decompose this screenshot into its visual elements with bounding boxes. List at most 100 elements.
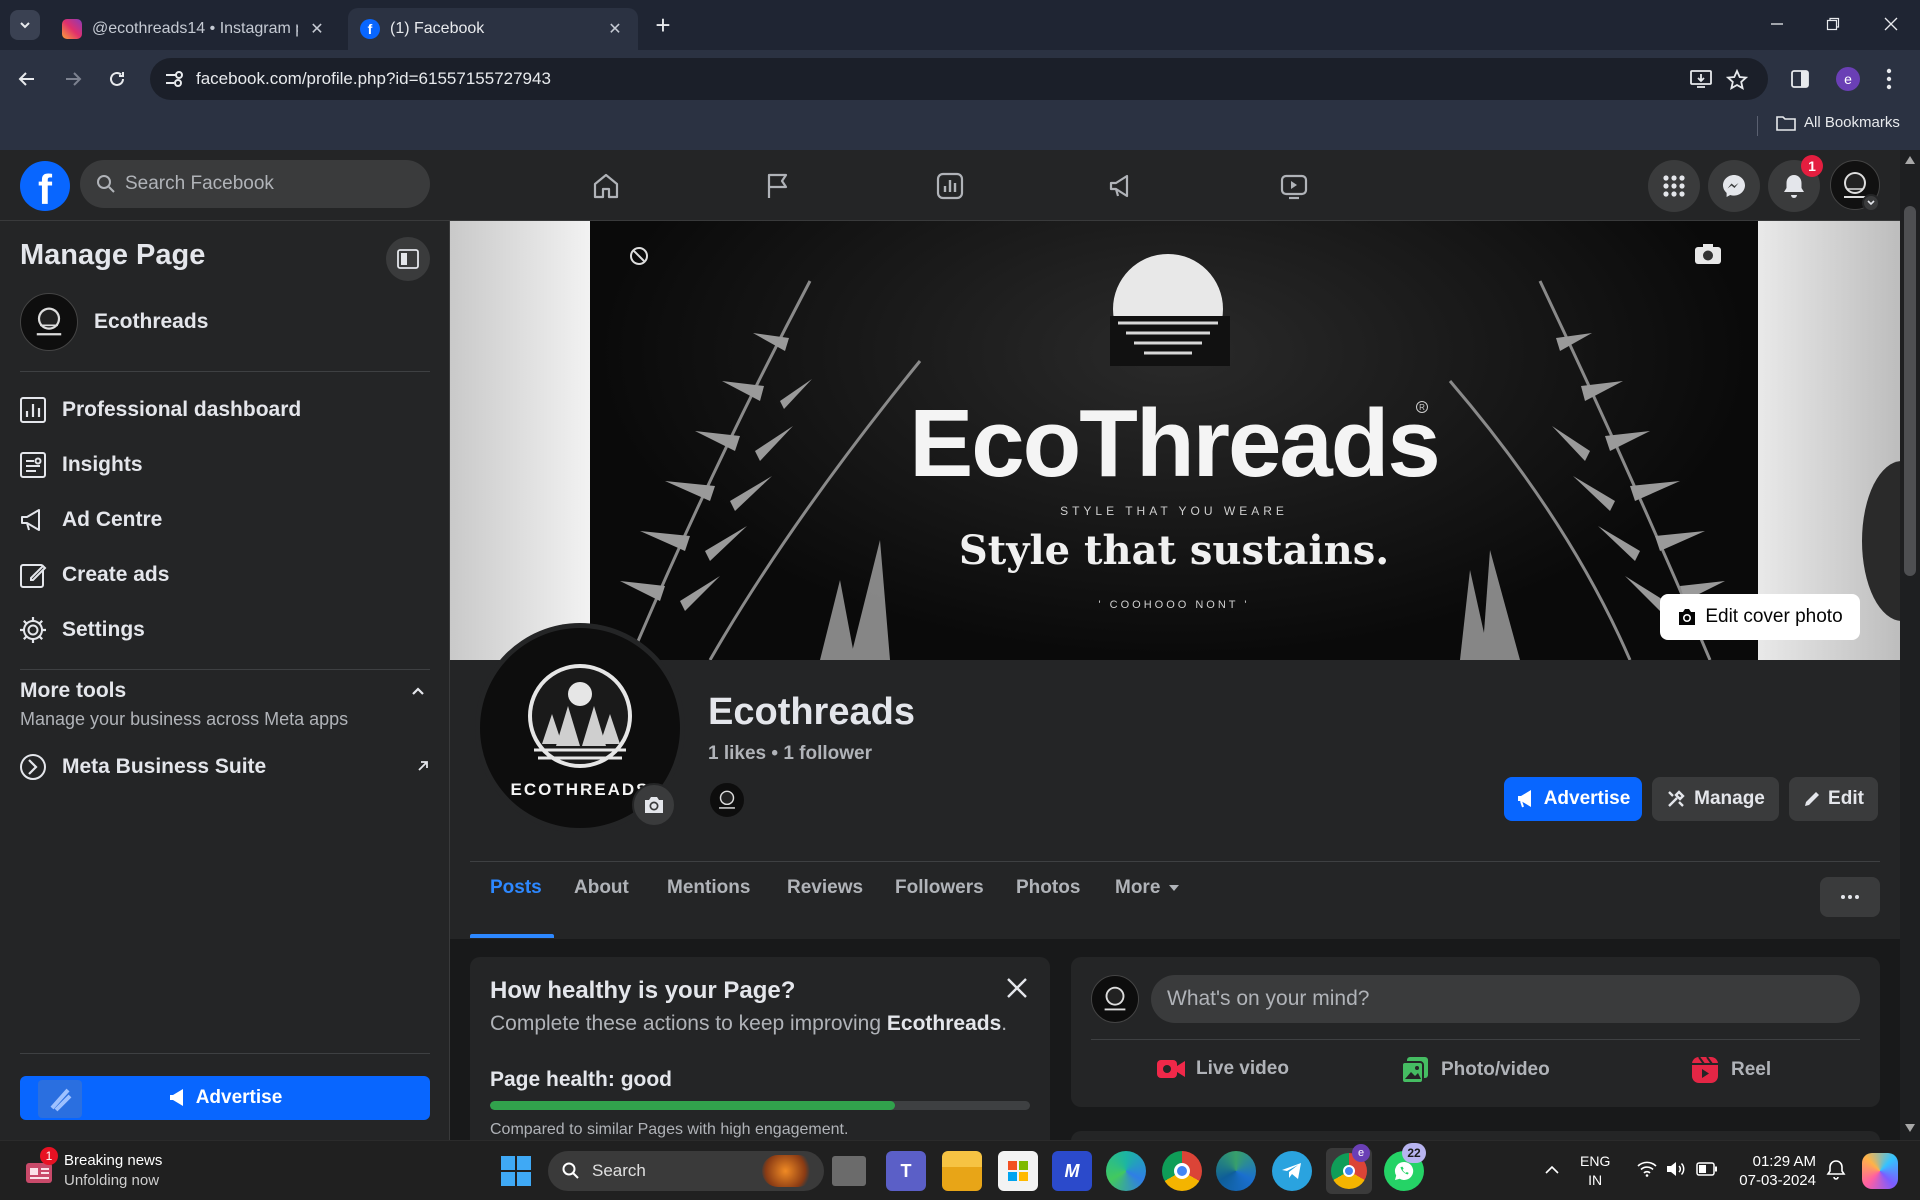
- update-profile-picture-button[interactable]: [632, 783, 676, 827]
- file-explorer-icon[interactable]: [942, 1151, 982, 1191]
- news-widget[interactable]: 1 Breaking news Unfolding now: [20, 1147, 200, 1193]
- volume-icon[interactable]: [1666, 1161, 1686, 1177]
- microsoft-store-icon[interactable]: [998, 1151, 1038, 1191]
- edit-cover-photo-button[interactable]: Edit cover photo: [1660, 594, 1860, 640]
- all-bookmarks-button[interactable]: All Bookmarks: [1776, 114, 1900, 131]
- tab-search-button[interactable]: [10, 10, 40, 40]
- tab-reviews[interactable]: Reviews: [787, 877, 863, 899]
- browser-tab-instagram[interactable]: @ecothreads14 • Instagram ph ✕: [50, 8, 340, 50]
- reel-button[interactable]: Reel: [1691, 1056, 1771, 1084]
- sidebar-item-insights[interactable]: Insights: [18, 443, 143, 487]
- instagram-icon: [62, 19, 82, 39]
- sidebar-item-professional-dashboard[interactable]: Professional dashboard: [18, 388, 301, 432]
- nav-home[interactable]: [580, 160, 632, 212]
- chevron-up-icon[interactable]: [410, 683, 426, 699]
- page-switcher[interactable]: Ecothreads: [20, 293, 208, 351]
- reload-icon[interactable]: [106, 68, 128, 90]
- edit-button[interactable]: Edit: [1789, 777, 1878, 821]
- cover-tagline: Style that sustains.: [958, 527, 1390, 574]
- photo-video-label: Photo/video: [1441, 1059, 1550, 1080]
- tab-posts[interactable]: Posts: [490, 877, 542, 899]
- page-scrollbar[interactable]: [1900, 150, 1920, 1140]
- manage-button[interactable]: Manage: [1652, 777, 1779, 821]
- search-highlight-icon: [762, 1155, 814, 1187]
- live-video-button[interactable]: Live video: [1156, 1057, 1289, 1081]
- sidebar-item-ad-centre[interactable]: Ad Centre: [18, 498, 162, 542]
- chrome-icon[interactable]: [1162, 1151, 1202, 1191]
- forward-icon[interactable]: [62, 68, 84, 90]
- sidebar-item-meta-business-suite[interactable]: Meta Business Suite: [18, 745, 430, 789]
- close-tab-icon[interactable]: ✕: [306, 18, 328, 40]
- clock[interactable]: 01:29 AM 07-03-2024: [1736, 1152, 1816, 1190]
- whats-on-your-mind-input[interactable]: What's on your mind?: [1151, 975, 1860, 1023]
- nav-flag[interactable]: [752, 160, 804, 212]
- address-bar[interactable]: facebook.com/profile.php?id=615571557279…: [150, 58, 1768, 100]
- facebook-search-input[interactable]: Search Facebook: [80, 160, 430, 208]
- sidebar-item-create-ads[interactable]: Create ads: [18, 553, 169, 597]
- copilot-icon[interactable]: [1862, 1153, 1898, 1189]
- cover-photo[interactable]: EcoThreads STYLE THAT YOU WEARE Style th…: [450, 221, 1900, 660]
- facebook-logo[interactable]: f: [20, 161, 70, 213]
- nav-video[interactable]: [1268, 160, 1320, 212]
- sidebar-item-settings[interactable]: Settings: [18, 608, 145, 652]
- new-tab-button[interactable]: +: [650, 10, 676, 40]
- teams-icon[interactable]: T: [886, 1151, 926, 1191]
- edge-icon[interactable]: [1106, 1151, 1146, 1191]
- tab-more[interactable]: More: [1115, 877, 1180, 899]
- battery-icon[interactable]: [1696, 1162, 1718, 1176]
- restore-button[interactable]: [1818, 12, 1848, 36]
- sidebar-advertise-button[interactable]: Advertise: [20, 1076, 430, 1120]
- task-view-icon[interactable]: [832, 1156, 866, 1186]
- chevron-down-icon: [20, 22, 30, 29]
- telegram-icon[interactable]: [1272, 1151, 1312, 1191]
- windows-taskbar: 1 Breaking news Unfolding now Search T M…: [0, 1140, 1920, 1200]
- app-icon-blue[interactable]: M: [1052, 1151, 1092, 1191]
- language-indicator[interactable]: ENG IN: [1580, 1152, 1610, 1190]
- nav-ads[interactable]: [1096, 160, 1148, 212]
- windows-start-icon[interactable]: [501, 1156, 531, 1186]
- notification-bell-icon[interactable]: [1826, 1159, 1846, 1181]
- close-tab-icon[interactable]: ✕: [604, 18, 626, 40]
- composer-avatar[interactable]: [1091, 975, 1139, 1023]
- browser-tab-facebook[interactable]: f (1) Facebook ✕: [348, 8, 638, 50]
- video-icon: [1280, 174, 1308, 200]
- advertise-button[interactable]: Advertise: [1504, 777, 1642, 821]
- browser-profile-avatar[interactable]: e: [1836, 67, 1860, 91]
- megaphone-icon: [1517, 790, 1531, 808]
- install-app-icon[interactable]: [1690, 69, 1712, 89]
- photo-video-button[interactable]: Photo/video: [1401, 1056, 1550, 1084]
- tab-mentions[interactable]: Mentions: [667, 877, 750, 899]
- minimize-button[interactable]: [1762, 12, 1792, 36]
- messenger-button[interactable]: [1708, 160, 1760, 212]
- site-info-icon[interactable]: [164, 70, 184, 88]
- edge-dev-icon[interactable]: [1216, 1151, 1256, 1191]
- account-menu-chevron[interactable]: [1862, 194, 1880, 212]
- wifi-icon[interactable]: [1637, 1161, 1657, 1177]
- follower-avatar[interactable]: [708, 781, 746, 819]
- browser-menu-icon[interactable]: [1886, 68, 1892, 90]
- tray-chevron-up-icon[interactable]: [1544, 1165, 1560, 1175]
- collapse-sidebar-button[interactable]: [386, 237, 430, 281]
- cover-small-tagline: STYLE THAT YOU WEARE: [1060, 504, 1288, 518]
- photo-icon: [1401, 1057, 1428, 1084]
- scroll-down-arrow-icon[interactable]: [1905, 1124, 1915, 1132]
- close-window-button[interactable]: [1876, 12, 1906, 36]
- language-line-2: IN: [1588, 1172, 1603, 1188]
- scrollbar-thumb[interactable]: [1904, 206, 1916, 576]
- nav-insights[interactable]: [924, 160, 976, 212]
- back-icon[interactable]: [16, 68, 38, 90]
- side-panel-icon[interactable]: [1790, 69, 1810, 89]
- tab-about[interactable]: About: [574, 877, 629, 899]
- dismiss-health-card-button[interactable]: [1000, 971, 1034, 1005]
- page-stats[interactable]: 1 likes • 1 follower: [708, 743, 872, 765]
- taskbar-search-box[interactable]: Search: [548, 1151, 824, 1191]
- bookmark-star-icon[interactable]: [1726, 69, 1748, 91]
- page-options-button[interactable]: [1820, 877, 1880, 917]
- tab-photos[interactable]: Photos: [1016, 877, 1080, 899]
- scroll-up-arrow-icon[interactable]: [1905, 156, 1915, 164]
- chrome-profile-icon[interactable]: e: [1326, 1144, 1372, 1194]
- page-avatar: [20, 293, 78, 351]
- tab-followers[interactable]: Followers: [895, 877, 984, 899]
- menu-button[interactable]: [1648, 160, 1700, 212]
- notification-badge: 1: [1801, 155, 1823, 177]
